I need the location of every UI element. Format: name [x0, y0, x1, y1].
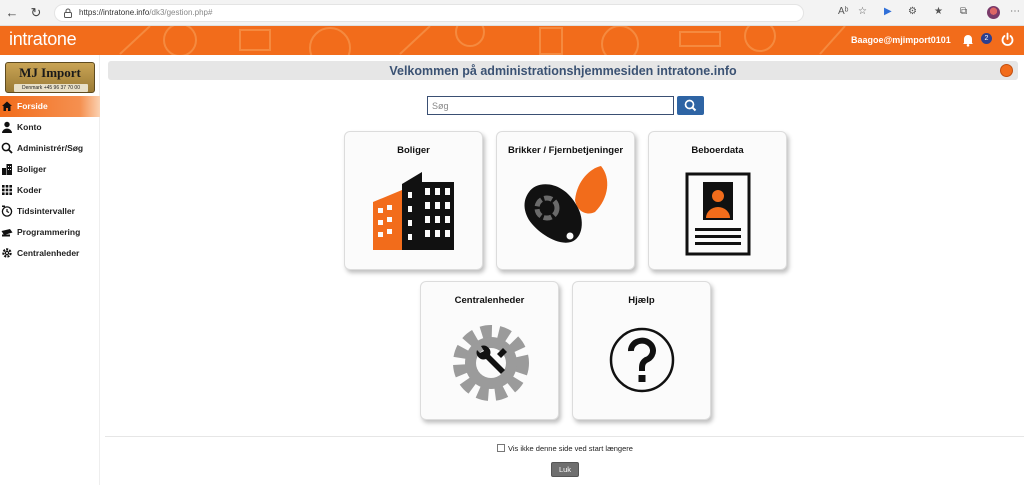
key-fob-icon	[524, 166, 608, 243]
dont-show-checkbox[interactable]	[497, 444, 505, 452]
sidebar: MJ Import Denmark +45 96 37 70 00 Forsid…	[0, 55, 100, 485]
address-bar[interactable]: https://intratone.info/dk3/gestion.php#	[54, 4, 804, 22]
sidebar-item-programmering[interactable]: Programmering	[0, 222, 100, 243]
favorites-icon[interactable]: ★	[934, 6, 943, 20]
gear-wrench-icon	[453, 325, 529, 401]
search-input[interactable]	[427, 96, 674, 115]
tile-beboerdata[interactable]: Beboerdata	[648, 131, 787, 270]
sidebar-item-administrer-sog[interactable]: Administrér/Søg	[0, 138, 100, 159]
tile-hjaelp[interactable]: Hjælp	[572, 281, 711, 420]
user-icon	[2, 121, 12, 133]
profile-avatar[interactable]	[987, 6, 1000, 19]
search-icon	[1, 142, 13, 154]
dont-show-label: Vis ikke denne side ved start længere	[508, 444, 633, 453]
favorite-add-icon[interactable]: ☆	[858, 6, 867, 20]
company-logo: MJ Import Denmark +45 96 37 70 00	[5, 62, 95, 93]
gear-icon	[2, 248, 12, 258]
search-icon	[684, 99, 697, 112]
footer-divider	[105, 436, 1024, 437]
search-button[interactable]	[677, 96, 704, 115]
site-info-icon[interactable]	[62, 7, 74, 19]
tile-boliger[interactable]: Boliger	[344, 131, 483, 270]
browser-toolbar: ← ↻ https://intratone.info/dk3/gestion.p…	[0, 0, 1024, 26]
home-icon	[2, 101, 12, 111]
extensions-icon[interactable]: ⚙	[908, 6, 917, 20]
extension-icon[interactable]: ▶	[884, 6, 892, 20]
sidebar-item-forside[interactable]: Forside	[0, 96, 100, 117]
resident-card-icon	[685, 172, 751, 256]
buildings-icon	[373, 172, 454, 250]
sidebar-item-konto[interactable]: Konto	[0, 117, 100, 138]
sidebar-item-koder[interactable]: Koder	[0, 180, 100, 201]
power-icon[interactable]	[1000, 32, 1015, 47]
notification-badge: 2	[981, 33, 992, 44]
sidebar-menu: Forside Konto Administrér/Søg Boliger Ko…	[0, 96, 100, 264]
close-button[interactable]: Luk	[551, 462, 579, 477]
clock-icon	[1, 205, 13, 217]
programmer-icon	[1, 229, 13, 237]
more-menu-icon[interactable]: ⋯	[1010, 6, 1020, 20]
url-text: https://intratone.info/dk3/gestion.php#	[79, 8, 213, 17]
sidebar-item-boliger[interactable]: Boliger	[0, 159, 100, 180]
back-arrow-icon[interactable]: ←	[4, 5, 20, 21]
help-icon[interactable]	[1000, 64, 1013, 77]
app-header: intratone Baagoe@mjimport0101 2	[0, 26, 1024, 55]
question-icon	[609, 327, 675, 393]
reload-icon[interactable]: ↻	[28, 5, 44, 21]
bell-icon[interactable]	[961, 33, 975, 47]
sidebar-item-centralenheder[interactable]: Centralenheder	[0, 243, 100, 264]
page-title-bar: Velkommen på administrationshjemmesiden …	[108, 61, 1018, 80]
keypad-icon	[2, 185, 12, 195]
brand-logo[interactable]: intratone	[9, 29, 77, 50]
buildings-icon	[2, 164, 12, 175]
tile-brikker-fjernbetjeninger[interactable]: Brikker / Fjernbetjeninger	[496, 131, 635, 270]
user-name[interactable]: Baagoe@mjimport0101	[851, 35, 951, 45]
sidebar-item-tidsintervaller[interactable]: Tidsintervaller	[0, 201, 100, 222]
read-aloud-icon[interactable]: Aᵇ	[838, 6, 848, 20]
collections-icon[interactable]: ⧉	[960, 6, 967, 20]
page-title: Velkommen på administrationshjemmesiden …	[389, 64, 737, 78]
tile-centralenheder[interactable]: Centralenheder	[420, 281, 559, 420]
